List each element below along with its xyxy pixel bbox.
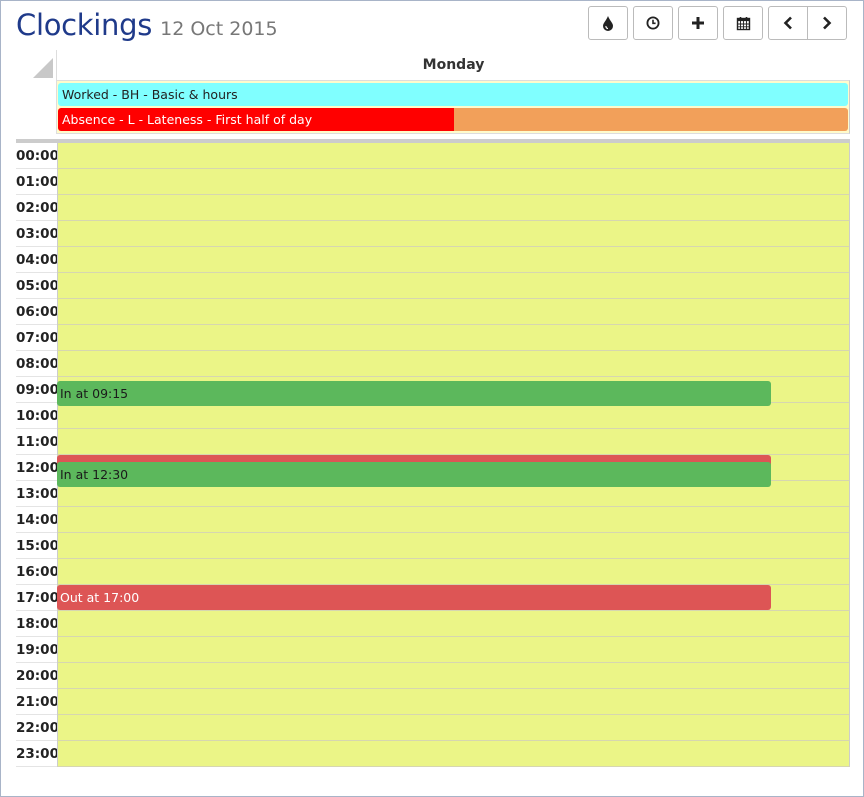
color-toggle-button[interactable]: [588, 6, 628, 40]
all-day-section: Worked - BH - Basic & hours Absence - L …: [56, 80, 850, 134]
hour-row: 11:00: [16, 429, 850, 455]
absence-event[interactable]: Absence - L - Lateness - First half of d…: [58, 108, 848, 131]
hour-row: 03:00: [16, 221, 850, 247]
clock-in-event[interactable]: In at 09:15: [57, 381, 771, 406]
hour-label: 18:00: [16, 611, 59, 637]
hour-slot[interactable]: [57, 403, 850, 429]
hour-row: 22:00: [16, 715, 850, 741]
hour-label: 22:00: [16, 715, 59, 741]
hour-slot[interactable]: [57, 533, 850, 559]
chevron-right-icon: [823, 16, 832, 30]
day-header: Monday: [422, 57, 485, 73]
hour-row: 23:00: [16, 741, 850, 767]
hour-label: 08:00: [16, 351, 59, 377]
clock-in-event[interactable]: In at 12:30: [57, 462, 771, 487]
hour-slot[interactable]: [57, 273, 850, 299]
hour-row: 05:00: [16, 273, 850, 299]
hour-slot[interactable]: [57, 507, 850, 533]
hour-label: 21:00: [16, 689, 59, 715]
hour-slot[interactable]: [57, 169, 850, 195]
hour-slot[interactable]: [57, 299, 850, 325]
hour-label: 01:00: [16, 169, 59, 195]
page-date: 12 Oct 2015: [160, 18, 278, 40]
hour-row: 21:00: [16, 689, 850, 715]
calendar-button[interactable]: [723, 6, 763, 40]
hour-slot[interactable]: [57, 325, 850, 351]
plus-icon: [692, 17, 704, 29]
hour-slot[interactable]: [57, 663, 850, 689]
hour-slot[interactable]: [57, 429, 850, 455]
hour-label: 11:00: [16, 429, 59, 455]
hour-slot[interactable]: [57, 689, 850, 715]
hour-row: 10:00: [16, 403, 850, 429]
page-title-text: Clockings: [16, 8, 153, 42]
hour-row: 16:00: [16, 559, 850, 585]
toolbar: [588, 6, 847, 40]
clock-out-event[interactable]: Out at 17:00: [57, 585, 771, 610]
clock-icon: [646, 16, 660, 30]
hour-label: 02:00: [16, 195, 59, 221]
hour-row: 06:00: [16, 299, 850, 325]
page-title: Clockings 12 Oct 2015: [16, 8, 278, 42]
hour-label: 07:00: [16, 325, 59, 351]
hour-row: 07:00: [16, 325, 850, 351]
next-day-button[interactable]: [807, 6, 847, 40]
hour-row: 04:00: [16, 247, 850, 273]
corner-triangle-icon: [33, 58, 53, 78]
clock-button[interactable]: [633, 6, 673, 40]
hour-label: 10:00: [16, 403, 59, 429]
hour-label: 03:00: [16, 221, 59, 247]
hour-label: 12:00: [16, 455, 59, 481]
hour-label: 04:00: [16, 247, 59, 273]
previous-day-button[interactable]: [768, 6, 808, 40]
hour-slot[interactable]: [57, 247, 850, 273]
corner-cell: [16, 50, 57, 80]
hour-slot[interactable]: [57, 741, 850, 767]
add-button[interactable]: [678, 6, 718, 40]
all-day-label-cell: [16, 80, 57, 134]
hour-row: 19:00: [16, 637, 850, 663]
hour-label: 19:00: [16, 637, 59, 663]
hour-slot[interactable]: [57, 559, 850, 585]
hour-row: 14:00: [16, 507, 850, 533]
hour-slot[interactable]: [57, 195, 850, 221]
hour-slot[interactable]: [57, 143, 850, 169]
hour-row: 01:00: [16, 169, 850, 195]
hour-label: 17:00: [16, 585, 59, 611]
hour-label: 15:00: [16, 533, 59, 559]
hour-label: 14:00: [16, 507, 59, 533]
hour-label: 16:00: [16, 559, 59, 585]
hour-slot[interactable]: [57, 351, 850, 377]
calendar-icon: [736, 16, 750, 30]
hour-label: 13:00: [16, 481, 59, 507]
hour-slot[interactable]: [57, 611, 850, 637]
hour-row: 20:00: [16, 663, 850, 689]
hour-label: 06:00: [16, 299, 59, 325]
hour-row: 08:00: [16, 351, 850, 377]
worked-event[interactable]: Worked - BH - Basic & hours: [58, 83, 848, 106]
hour-label: 00:00: [16, 143, 59, 169]
chevron-left-icon: [783, 16, 792, 30]
hour-label: 09:00: [16, 377, 59, 403]
hour-row: 00:00: [16, 143, 850, 169]
absence-event-label: Absence - L - Lateness - First half of d…: [58, 108, 454, 131]
hour-slot[interactable]: [57, 715, 850, 741]
hour-label: 23:00: [16, 741, 59, 767]
hour-row: 15:00: [16, 533, 850, 559]
hour-slot[interactable]: [57, 637, 850, 663]
hour-row: 02:00: [16, 195, 850, 221]
hour-label: 05:00: [16, 273, 59, 299]
drop-icon: [603, 16, 613, 31]
hour-label: 20:00: [16, 663, 59, 689]
hour-slot[interactable]: [57, 221, 850, 247]
hour-row: 18:00: [16, 611, 850, 637]
time-grid: 00:00 01:00 02:00 03:00 04:00 05:00 06:00 07:00…: [16, 143, 850, 767]
